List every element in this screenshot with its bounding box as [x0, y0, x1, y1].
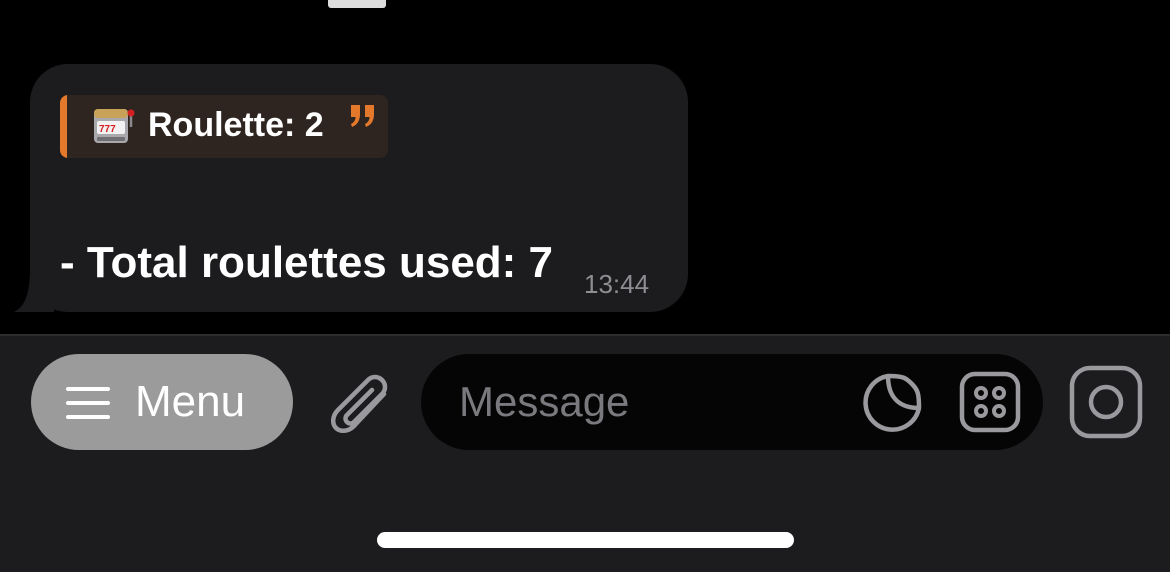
chat-screen: 777 Roulette: 2 - Total roulettes used: … [0, 0, 1170, 572]
menu-lines-icon [66, 387, 110, 419]
message-body: - Total roulettes used: 7 [60, 238, 554, 287]
slot-machine-icon: 777 [94, 109, 135, 143]
quote-accent-bar [60, 95, 67, 158]
camera-icon[interactable] [1068, 364, 1144, 440]
quote-mark-icon [351, 105, 374, 127]
message-timestamp: 13:44 [584, 269, 650, 299]
previous-message-edge [328, 0, 386, 8]
message-input[interactable] [459, 374, 859, 430]
quote-block[interactable]: 777 Roulette: 2 [60, 95, 388, 158]
paperclip-icon[interactable] [322, 364, 394, 440]
dice-icon[interactable] [958, 370, 1022, 434]
svg-text:777: 777 [99, 124, 116, 135]
menu-label: Menu [135, 377, 246, 426]
menu-button[interactable]: Menu [31, 354, 293, 450]
sticker-icon[interactable] [862, 372, 924, 434]
message-field[interactable] [421, 354, 1043, 450]
home-indicator [377, 532, 794, 548]
quote-text: Roulette: 2 [148, 106, 324, 144]
